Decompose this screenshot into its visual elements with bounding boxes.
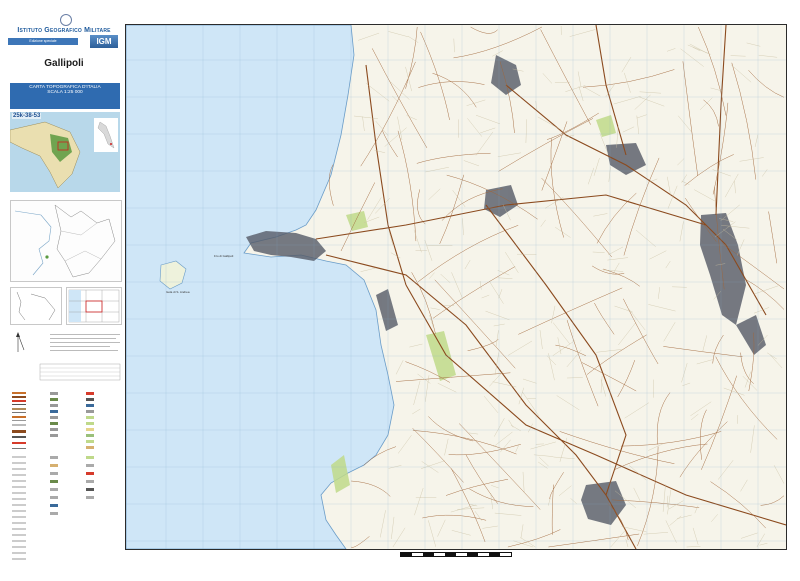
lighthouse-label: F.lo di Gallipoli — [214, 254, 234, 258]
index-map-graphic — [10, 118, 118, 189]
emblem-icon — [60, 14, 72, 26]
scale-bar — [400, 552, 512, 557]
sheet-code: 25k-38-53 — [12, 113, 42, 119]
institute-logo: Istituto Geografico Militare Edizione sp… — [8, 14, 120, 54]
location-map — [10, 200, 122, 282]
title-line-2: SCALA 1:25 000 — [47, 90, 83, 95]
legend-graphic — [12, 332, 121, 560]
sheet-name: Gallipoli — [44, 58, 84, 69]
map-graphic: Isola di S. Andrea F.lo di Gallipoli — [126, 25, 786, 549]
title-box: CARTA TOPOGRAFICA D'ITALIA SCALA 1:25 00… — [10, 83, 120, 109]
index-map: 25k-38-53 — [10, 112, 120, 192]
legend-block — [10, 330, 122, 570]
institute-name: Istituto Geografico Militare — [17, 27, 111, 34]
declination-graphic — [16, 291, 56, 321]
declination-diagram — [10, 287, 62, 325]
sheet-grid-diagram — [66, 287, 122, 325]
location-map-graphic — [14, 204, 116, 278]
map-sidebar: Istituto Geografico Militare Edizione sp… — [0, 0, 124, 581]
igm-badge: IGM — [90, 35, 118, 48]
sheet-grid-graphic — [68, 289, 120, 323]
topographic-map[interactable]: Isola di S. Andrea F.lo di Gallipoli — [125, 24, 787, 550]
north-arrow-icon — [16, 332, 25, 352]
island-label: Isola di S. Andrea — [166, 290, 190, 294]
edition-badge: Edizione speciale — [8, 38, 78, 45]
